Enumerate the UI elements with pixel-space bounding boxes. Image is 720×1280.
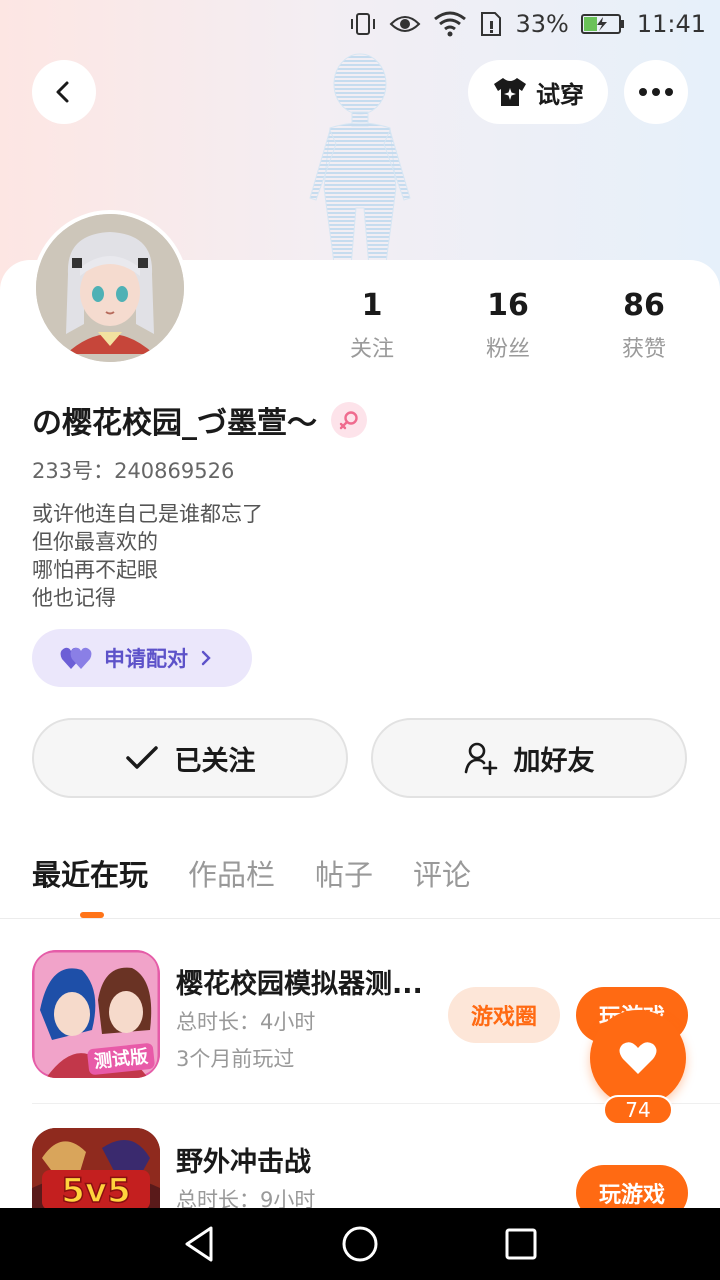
game-title[interactable]: 樱花校园模拟器测... <box>176 962 426 1001</box>
home-circle-icon[interactable] <box>340 1224 380 1264</box>
game-play-duration: 总时长：4小时 <box>176 1010 316 1034</box>
female-gender-icon <box>331 402 367 438</box>
username-row: の樱花校园_づ墨萱～ <box>32 398 367 442</box>
game-title[interactable]: 野外冲击战 <box>176 1140 426 1179</box>
status-time: 11:41 <box>636 10 706 38</box>
checkmark-icon <box>125 746 158 769</box>
back-button[interactable] <box>32 60 96 124</box>
stat-followers[interactable]: 16 粉丝 <box>453 288 563 363</box>
game-last-played: 3个月前玩过 <box>176 1047 295 1071</box>
followers-label: 粉丝 <box>485 337 530 362</box>
user-id: 233号：240869526 <box>32 459 235 483</box>
add-friend-button[interactable]: 加好友 <box>371 718 687 798</box>
tab-works[interactable]: 作品栏 <box>188 852 275 894</box>
following-count: 1 <box>361 288 383 323</box>
following-label: 关注 <box>349 337 394 362</box>
system-navigation-bar <box>0 1208 720 1280</box>
chevron-right-icon <box>201 650 211 666</box>
stat-likes[interactable]: 86 获赞 <box>589 288 699 363</box>
game-icon-badge-text: 5v5 <box>61 1171 130 1211</box>
bio: 或许他连自己是谁都忘了 但你最喜欢的 哪怕再不起眼 他也记得 <box>32 500 263 612</box>
try-on-button[interactable]: 试穿 <box>468 60 608 124</box>
chevron-left-icon <box>56 81 69 103</box>
tab-recent-games[interactable]: 最近在玩 <box>32 852 148 894</box>
followed-button[interactable]: 已关注 <box>32 718 348 798</box>
battery-percent: 33% <box>515 10 569 38</box>
followers-count: 16 <box>487 288 529 323</box>
double-heart-icon <box>60 647 92 669</box>
tab-comments[interactable]: 评论 <box>413 852 471 894</box>
vibrate-icon <box>349 11 377 37</box>
status-bar: 33% 11:41 <box>0 0 720 48</box>
game-circle-button[interactable]: 游戏圈 <box>448 987 560 1043</box>
add-friend-label: 加好友 <box>513 745 595 777</box>
sim-card-icon <box>479 11 503 37</box>
like-count-badge: 74 <box>603 1095 673 1125</box>
bio-line: 他也记得 <box>32 586 116 610</box>
bio-line: 哪怕再不起眼 <box>32 558 158 582</box>
hologram-avatar-figure <box>309 53 411 278</box>
profile-tabs: 最近在玩 作品栏 帖子 评论 <box>32 852 471 894</box>
stat-following[interactable]: 1 关注 <box>317 288 427 363</box>
eye-icon <box>389 13 421 35</box>
tshirt-icon <box>494 78 526 106</box>
tab-posts[interactable]: 帖子 <box>315 852 373 894</box>
more-options-button[interactable] <box>624 60 688 124</box>
recent-apps-square-icon[interactable] <box>503 1226 539 1262</box>
wifi-icon <box>433 11 467 37</box>
likes-label: 获赞 <box>621 337 666 362</box>
apply-match-label: 申请配对 <box>104 647 188 671</box>
add-user-icon <box>464 742 497 775</box>
username: の樱花校园_づ墨萱～ <box>32 406 317 441</box>
game-icon-sakura-school[interactable]: 测试版 <box>32 950 160 1078</box>
back-triangle-icon[interactable] <box>181 1224 217 1264</box>
avatar[interactable] <box>32 210 188 366</box>
followed-label: 已关注 <box>174 745 256 777</box>
battery-charging-icon <box>580 12 625 36</box>
bio-line: 或许他连自己是谁都忘了 <box>32 502 263 526</box>
heart-icon <box>619 1042 657 1074</box>
apply-match-button[interactable]: 申请配对 <box>32 629 252 687</box>
like-fab-button[interactable] <box>590 1010 686 1106</box>
divider <box>0 918 720 919</box>
try-on-label: 试穿 <box>536 80 584 109</box>
likes-count: 86 <box>623 288 665 323</box>
more-dots-icon <box>639 88 673 96</box>
anime-girl-avatar <box>36 214 184 362</box>
bio-line: 但你最喜欢的 <box>32 530 158 554</box>
